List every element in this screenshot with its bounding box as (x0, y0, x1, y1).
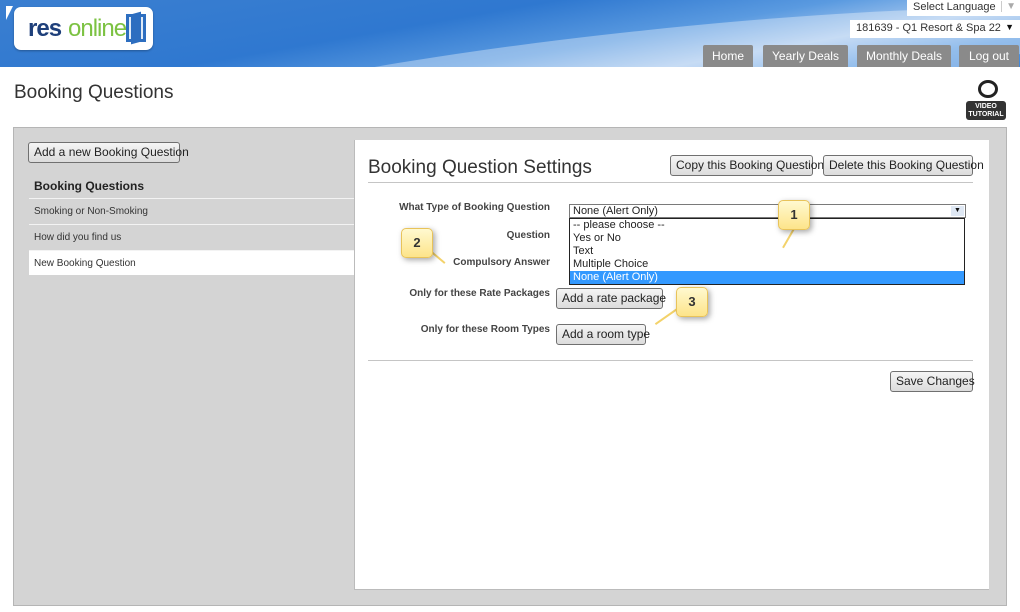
logo-res-text: res (28, 15, 62, 42)
save-changes-button[interactable]: Save Changes (890, 371, 975, 392)
sidebar-title: Booking Questions (34, 179, 145, 193)
video-label-line2: TUTORIAL (968, 111, 1004, 118)
rate-packages-label: Only for these Rate Packages (409, 288, 550, 299)
sidebar-item-smoking[interactable]: Smoking or Non-Smoking (29, 198, 355, 223)
question-type-dropdown: -- please choose -- Yes or No Text Multi… (569, 218, 965, 285)
page-title: Booking Questions (14, 82, 174, 103)
video-label-line1: VIDEO (975, 103, 997, 110)
callout-3: 3 (676, 287, 708, 317)
nav-log-out[interactable]: Log out (959, 45, 1019, 67)
type-label: What Type of Booking Question (399, 202, 550, 213)
divider (368, 360, 973, 361)
mouse-cursor-icon (6, 6, 13, 20)
hotel-select[interactable]: 181639 - Q1 Resort & Spa 22 ▼ (850, 20, 1020, 38)
nav-monthly-deals[interactable]: Monthly Deals (857, 45, 951, 67)
add-booking-question-button[interactable]: Add a new Booking Question (28, 142, 189, 163)
delete-booking-question-button[interactable]: Delete this Booking Question (823, 155, 984, 176)
divider (368, 182, 973, 183)
film-reel-icon (978, 80, 998, 98)
option-text[interactable]: Text (570, 245, 964, 258)
chevron-down-icon: ▼ (1001, 1, 1016, 12)
callout-2: 2 (401, 228, 433, 258)
nav-home[interactable]: Home (703, 45, 753, 67)
add-room-type-button[interactable]: Add a room type (556, 324, 650, 345)
room-types-label: Only for these Room Types (420, 324, 550, 335)
add-rate-package-button[interactable]: Add a rate package (556, 288, 666, 309)
resonline-logo[interactable]: res online (14, 7, 153, 50)
chevron-down-icon: ▼ (1005, 22, 1014, 32)
question-type-select[interactable]: None (Alert Only) ▼ (569, 204, 966, 218)
question-type-value: None (Alert Only) (573, 205, 658, 217)
language-select[interactable]: Select Language ▼ (907, 0, 1020, 16)
settings-title: Booking Question Settings (368, 157, 592, 178)
option-multiple-choice[interactable]: Multiple Choice (570, 258, 964, 271)
callout-1: 1 (778, 200, 810, 230)
nav-yearly-deals[interactable]: Yearly Deals (763, 45, 848, 67)
language-select-label: Select Language (913, 1, 996, 13)
video-tutorial-button[interactable]: VIDEO TUTORIAL (966, 80, 1006, 120)
chevron-down-icon[interactable]: ▼ (951, 206, 964, 216)
option-yes-or-no[interactable]: Yes or No (570, 232, 964, 245)
option-please-choose[interactable]: -- please choose -- (570, 219, 964, 232)
door-icon (126, 14, 146, 42)
hotel-select-value: 181639 - Q1 Resort & Spa 22 (856, 22, 1001, 34)
sidebar-item-new-booking-question[interactable]: New Booking Question (29, 250, 355, 275)
sidebar-item-how-did-you-find-us[interactable]: How did you find us (29, 224, 355, 249)
option-none-alert-only[interactable]: None (Alert Only) (570, 271, 964, 284)
copy-booking-question-button[interactable]: Copy this Booking Question (670, 155, 824, 176)
compulsory-label: Compulsory Answer (453, 257, 550, 268)
logo-online-text: online (68, 15, 127, 42)
video-tutorial-label: VIDEO TUTORIAL (966, 101, 1006, 120)
